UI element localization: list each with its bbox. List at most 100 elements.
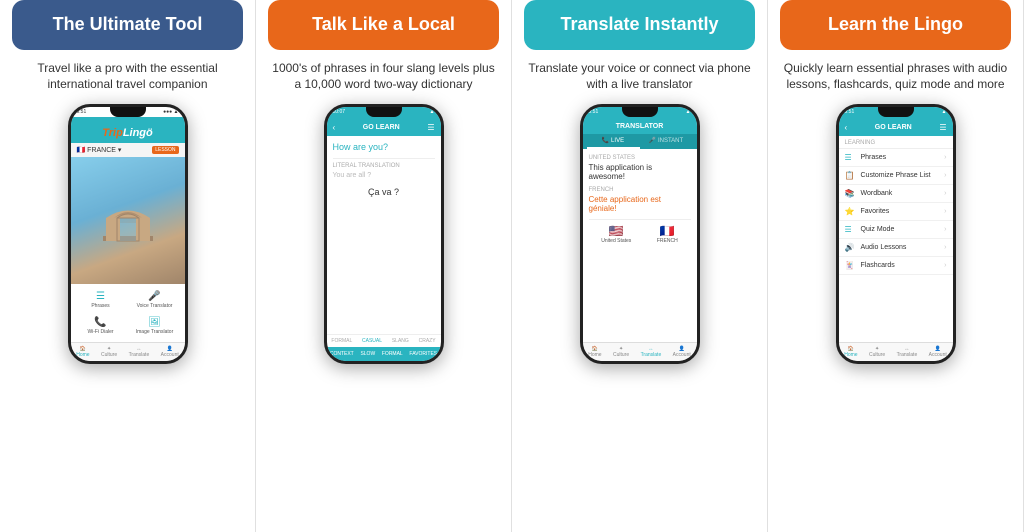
phone3-title: TRANSLATOR xyxy=(589,123,691,130)
phone2-level-casual[interactable]: CASUAL xyxy=(362,338,382,344)
phone2-trans-label: LITERAL TRANSLATION xyxy=(333,158,435,169)
phone4-signal: ▲ xyxy=(942,109,947,115)
list-item-customize[interactable]: 📋Customize Phrase List › xyxy=(839,167,953,185)
phone1-nav-translate[interactable]: ↔Translate xyxy=(129,346,150,358)
panel4-header: Learn the Lingo xyxy=(780,0,1011,50)
phone4-nav-translate[interactable]: ↔Translate xyxy=(897,346,918,358)
phone3: 9:51 ▲ TRANSLATOR 📞 LIVE 🎤 INSTANT UNITE… xyxy=(580,104,700,364)
phone1-lesson-badge: LESSON xyxy=(152,146,178,154)
phone4-nav-account[interactable]: 👤Account xyxy=(929,346,947,358)
phone1-flag: 🇫🇷 FRANCE ▾ xyxy=(77,146,122,154)
phone3-flags-row: 🇺🇸 United States 🇫🇷 FRENCH xyxy=(589,219,691,244)
phone1-app-header: TripLingö xyxy=(71,117,185,143)
phone3-screen: 9:51 ▲ TRANSLATOR 📞 LIVE 🎤 INSTANT UNITE… xyxy=(583,107,697,361)
panel4-title: Learn the Lingo xyxy=(792,14,999,36)
phone2-app-header: ‹ GO LEARN ☰ xyxy=(327,117,441,136)
list-item-audio[interactable]: 🔊Audio Lessons › xyxy=(839,239,953,257)
phone4-nav-bar: 🏠Home ✦Culture ↔Translate 👤Account xyxy=(839,342,953,361)
panel2-header: Talk Like a Local xyxy=(268,0,499,50)
phone3-nav-home[interactable]: 🏠Home xyxy=(588,346,601,358)
phone4-list: ☰Phrases › 📋Customize Phrase List › 📚Wor… xyxy=(839,149,953,342)
panel3-desc: Translate your voice or connect via phon… xyxy=(524,60,755,94)
phone4-menu-icon[interactable]: ☰ xyxy=(939,123,946,132)
phone2-btn-context[interactable]: CONTEXT xyxy=(330,351,354,357)
phone2-back-icon[interactable]: ‹ xyxy=(333,123,336,132)
phone1-time: 9:51 xyxy=(77,109,87,115)
phone3-text-us: This application is awesome! xyxy=(589,163,691,181)
phone2-menu-icon[interactable]: ☰ xyxy=(427,123,434,132)
phone2-btn-favorites[interactable]: FAVORITES xyxy=(409,351,437,357)
phone1-nav-account[interactable]: 👤Account xyxy=(161,346,179,358)
phone1-landmark-image xyxy=(71,157,185,284)
phone2-screen: 10:07 ▲ ‹ GO LEARN ☰ How are you? LITERA… xyxy=(327,107,441,361)
panel2-title: Talk Like a Local xyxy=(280,14,487,36)
phone3-tab-instant[interactable]: 🎤 INSTANT xyxy=(640,134,693,149)
phone3-bottom-bar: 🏠Home ✦Culture ↔Translate 👤Account xyxy=(583,342,697,361)
phone4-back-icon[interactable]: ‹ xyxy=(845,123,848,132)
phone4-title: GO LEARN xyxy=(875,124,912,131)
phone2-bottom-bar: CONTEXT SLOW FORMAL FAVORITES xyxy=(327,347,441,361)
phone1-status: 9:51 ●●● ▲ xyxy=(71,107,185,117)
phone2-question: How are you? xyxy=(333,142,435,152)
phone3-text-fr: Cette application est géniale! xyxy=(589,195,691,213)
arc-de-triomphe-icon xyxy=(98,198,158,243)
phone2-time: 10:07 xyxy=(333,109,346,115)
panel1-title: The Ultimate Tool xyxy=(24,14,231,36)
phone3-time: 9:51 xyxy=(589,109,599,115)
list-item-phrases[interactable]: ☰Phrases › xyxy=(839,149,953,167)
phone3-nav-account[interactable]: 👤Account xyxy=(673,346,691,358)
phone3-flag-us[interactable]: 🇺🇸 United States xyxy=(601,224,631,244)
phone1-phrases-icon: ☰ Phrases xyxy=(75,288,127,312)
phone1-image-icon: 🖼 Image Translator xyxy=(129,314,181,338)
phone2-content: How are you? LITERAL TRANSLATION You are… xyxy=(327,136,441,334)
phone1: 9:51 ●●● ▲ TripLingö 🇫🇷 FRANCE ▾ LESSON xyxy=(68,104,188,364)
phone3-status: 9:51 ▲ xyxy=(583,107,697,117)
phone2-btn-formal[interactable]: FORMAL xyxy=(382,351,403,357)
phone4-nav-culture[interactable]: ✦Culture xyxy=(869,346,885,358)
panel3-header: Translate Instantly xyxy=(524,0,755,50)
phone1-wifi-icon: 📞 Wi-Fi Dialer xyxy=(75,314,127,338)
phone3-tab-live[interactable]: 📞 LIVE xyxy=(587,134,640,149)
phone1-logo: TripLingö xyxy=(102,127,153,139)
phone1-voice-icon: 🎤 Voice Translator xyxy=(129,288,181,312)
phone4-section-label: LEARNING xyxy=(839,136,953,149)
phone1-signal: ●●● ▲ xyxy=(163,109,178,115)
phone2-levels: FORMAL CASUAL SLANG CRAZY xyxy=(327,334,441,347)
phone1-nav-bar: 🏠Home ✦Culture ↔Translate 👤Account xyxy=(71,342,185,361)
phone3-flag-fr[interactable]: 🇫🇷 FRENCH xyxy=(657,224,678,244)
phone2-level-crazy[interactable]: CRAZY xyxy=(419,338,436,344)
phone3-nav-translate[interactable]: ↔Translate xyxy=(641,346,662,358)
phone2-signal: ▲ xyxy=(430,109,435,115)
panel1-desc: Travel like a pro with the essential int… xyxy=(12,60,243,94)
panel3-title: Translate Instantly xyxy=(536,14,743,36)
phone2-small-text: You are all ? xyxy=(333,172,435,179)
phone4-time: 9:51 xyxy=(845,109,855,115)
phone2-level-slang[interactable]: SLANG xyxy=(392,338,409,344)
list-item-flashcards[interactable]: 🃏Flashcards › xyxy=(839,257,953,275)
panel-talk-local: Talk Like a Local 1000's of phrases in f… xyxy=(256,0,512,532)
phone3-nav-culture[interactable]: ✦Culture xyxy=(613,346,629,358)
phone1-nav-home[interactable]: 🏠Home xyxy=(76,346,89,358)
phone3-app-header: TRANSLATOR xyxy=(583,117,697,134)
panel-translate: Translate Instantly Translate your voice… xyxy=(512,0,768,532)
phone1-screen: 9:51 ●●● ▲ TripLingö 🇫🇷 FRANCE ▾ LESSON xyxy=(71,107,185,361)
panel1-header: The Ultimate Tool xyxy=(12,0,243,50)
phone2-answer: Ça va ? xyxy=(333,187,435,197)
phone3-signal: ▲ xyxy=(686,109,691,115)
list-item-quiz[interactable]: ☰Quiz Mode › xyxy=(839,221,953,239)
list-item-wordbank[interactable]: 📚Wordbank › xyxy=(839,185,953,203)
phone3-tabs: 📞 LIVE 🎤 INSTANT xyxy=(583,134,697,149)
phone2-level-formal[interactable]: FORMAL xyxy=(331,338,352,344)
phone4-screen: 9:51 ▲ ‹ GO LEARN ☰ LEARNING ☰Phrases › … xyxy=(839,107,953,361)
phone4-status: 9:51 ▲ xyxy=(839,107,953,117)
panel2-desc: 1000's of phrases in four slang levels p… xyxy=(268,60,499,94)
phone4-app-header: ‹ GO LEARN ☰ xyxy=(839,117,953,136)
phone1-nav-culture[interactable]: ✦Culture xyxy=(101,346,117,358)
phone2-btn-slow[interactable]: SLOW xyxy=(360,351,375,357)
panel4-desc: Quickly learn essential phrases with aud… xyxy=(780,60,1011,94)
phone4: 9:51 ▲ ‹ GO LEARN ☰ LEARNING ☰Phrases › … xyxy=(836,104,956,364)
list-item-favorites[interactable]: ⭐Favorites › xyxy=(839,203,953,221)
phone3-content: UNITED STATES This application is awesom… xyxy=(583,149,697,342)
phone1-icons-grid: ☰ Phrases 🎤 Voice Translator 📞 Wi-Fi Dia… xyxy=(71,284,185,342)
phone4-nav-home[interactable]: 🏠Home xyxy=(844,346,857,358)
